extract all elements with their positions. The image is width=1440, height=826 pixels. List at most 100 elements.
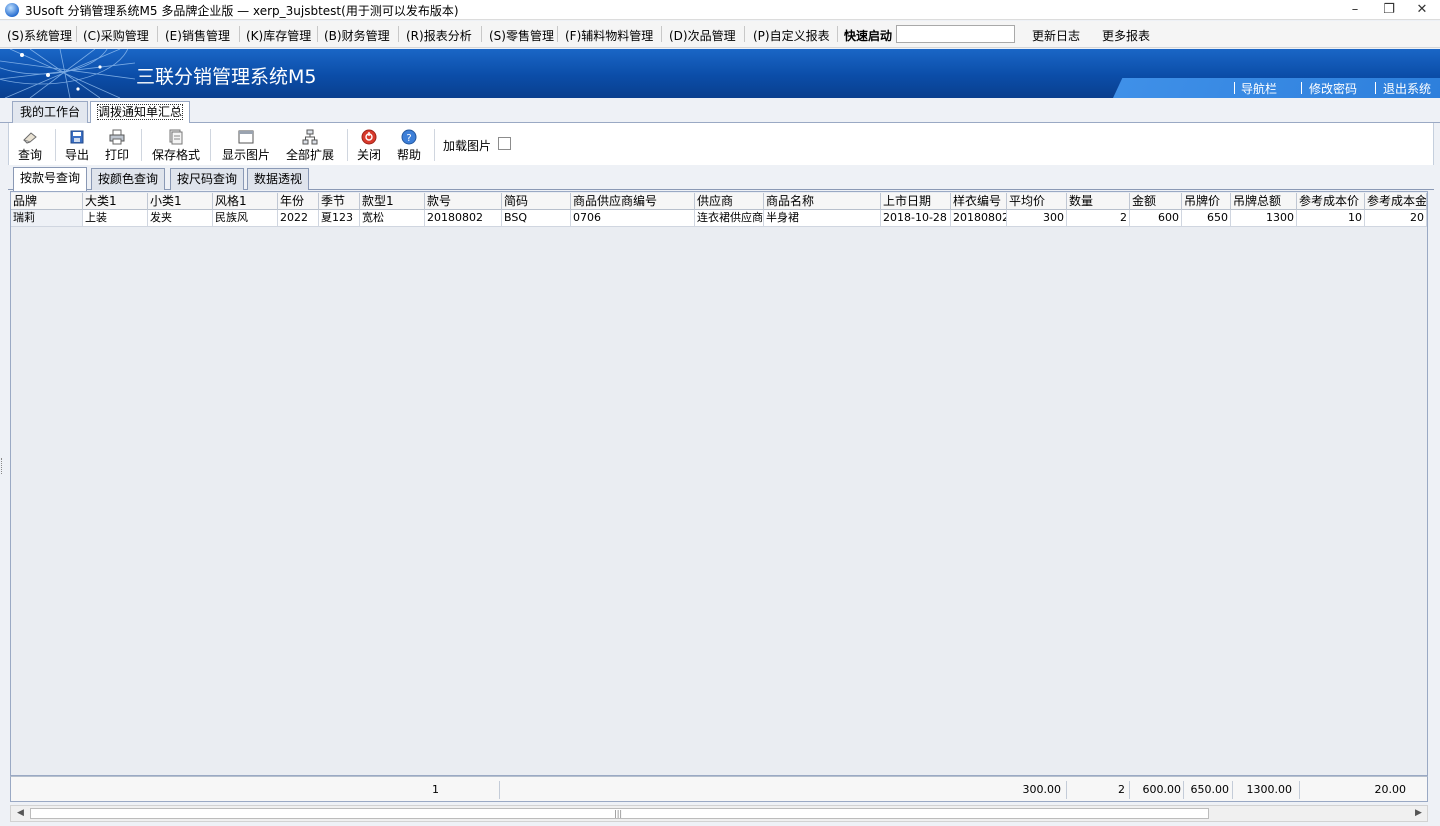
cell-style-no[interactable]: 20180802 <box>425 210 502 227</box>
column-header[interactable]: 吊牌价 <box>1182 193 1231 210</box>
tab-my-workbench[interactable]: 我的工作台 <box>12 101 89 123</box>
summary-avg-price: 300.00 <box>1022 783 1062 796</box>
tab-transfer-notice-summary[interactable]: 调拨通知单汇总 <box>90 101 191 124</box>
update-log-link[interactable]: 更新日志 <box>1032 27 1080 44</box>
column-header[interactable]: 金额 <box>1130 193 1182 210</box>
column-header[interactable]: 商品供应商编号 <box>571 193 695 210</box>
tab-by-size[interactable]: 按尺码查询 <box>170 168 245 190</box>
cell-brand[interactable]: 瑞莉 <box>11 210 83 227</box>
summary-cost-total: 20.00 <box>1374 783 1407 796</box>
tab-by-style-no[interactable]: 按款号查询 <box>13 167 88 191</box>
cell-supplier[interactable]: 连衣裙供应商 <box>695 210 764 227</box>
cell-short-code[interactable]: BSQ <box>502 210 571 227</box>
save-disk-icon <box>70 130 84 144</box>
column-header[interactable]: 平均价 <box>1007 193 1067 210</box>
scroll-thumb[interactable]: ||| <box>30 808 1209 819</box>
scroll-right-arrow-icon[interactable]: ▶ <box>1410 806 1427 821</box>
cell-category[interactable]: 上装 <box>83 210 148 227</box>
cell-launch-date[interactable]: 2018-10-28 <box>881 210 951 227</box>
column-header[interactable]: 品牌 <box>11 193 83 210</box>
column-header[interactable]: 供应商 <box>695 193 764 210</box>
cell-qty[interactable]: 2 <box>1067 210 1130 227</box>
horizontal-scrollbar[interactable]: ◀ ||| ▶ <box>10 805 1428 822</box>
export-button[interactable]: 导出 <box>65 129 89 163</box>
menu-accessories[interactable]: (F)辅料物料管理 <box>565 27 653 44</box>
column-header[interactable]: 上市日期 <box>881 193 951 210</box>
quick-launch-label: 快速启动 <box>844 29 893 43</box>
query-mode-tabs: 按款号查询 按颜色查询 按尺码查询 数据透视 <box>8 166 1434 191</box>
cell-ref-cost-total[interactable]: 20 <box>1365 210 1427 227</box>
cell-tag-price[interactable]: 650 <box>1182 210 1231 227</box>
menu-purchase[interactable]: (C)采购管理 <box>83 27 149 44</box>
cell-subcategory[interactable]: 发夹 <box>148 210 213 227</box>
cell-ref-cost[interactable]: 10 <box>1297 210 1365 227</box>
cell-style[interactable]: 民族风 <box>213 210 278 227</box>
cell-avg-price[interactable]: 300 <box>1007 210 1067 227</box>
window-title-bar: 3Usoft 分销管理系统M5 多品牌企业版 — xerp_3ujsbtest(… <box>0 0 1440 20</box>
column-header[interactable]: 大类1 <box>83 193 148 210</box>
cell-product-name[interactable]: 半身裙 <box>764 210 881 227</box>
summary-qty: 2 <box>1118 783 1125 796</box>
menu-system[interactable]: (S)系统管理 <box>7 27 72 44</box>
menu-retail[interactable]: (S)零售管理 <box>489 27 554 44</box>
save-format-button[interactable]: 保存格式 <box>152 129 200 163</box>
help-button[interactable]: ? 帮助 <box>397 129 421 163</box>
menu-custom-reports[interactable]: (P)自定义报表 <box>753 27 830 44</box>
expand-all-button[interactable]: 全部扩展 <box>286 129 334 163</box>
nav-bar-link[interactable]: 导航栏 <box>1241 80 1277 97</box>
load-images-checkbox[interactable] <box>498 137 511 150</box>
close-button[interactable]: 关闭 <box>357 129 381 163</box>
app-title: 三联分销管理系统M5 <box>136 66 317 88</box>
close-circle-icon <box>361 129 377 145</box>
column-header[interactable]: 商品名称 <box>764 193 881 210</box>
menu-sales[interactable]: (E)销售管理 <box>165 27 230 44</box>
close-window-button[interactable]: ✕ <box>1409 1 1435 19</box>
quick-launch-input[interactable] <box>896 25 1015 43</box>
column-header[interactable]: 款号 <box>425 193 502 210</box>
column-header[interactable]: 年份 <box>278 193 319 210</box>
window-icon <box>238 130 254 144</box>
cell-year[interactable]: 2022 <box>278 210 319 227</box>
column-header[interactable]: 吊牌总额 <box>1231 193 1297 210</box>
print-button[interactable]: 打印 <box>105 129 129 163</box>
cell-tag-total[interactable]: 1300 <box>1231 210 1297 227</box>
column-header[interactable]: 简码 <box>502 193 571 210</box>
minimize-button[interactable]: – <box>1342 1 1368 19</box>
restore-button[interactable]: ❐ <box>1376 1 1402 19</box>
cell-fit[interactable]: 宽松 <box>360 210 425 227</box>
app-globe-icon <box>5 3 19 17</box>
summary-amount: 600.00 <box>1142 783 1182 796</box>
column-header[interactable]: 数量 <box>1067 193 1130 210</box>
menu-inventory[interactable]: (K)库存管理 <box>246 27 311 44</box>
show-images-button[interactable]: 显示图片 <box>222 129 270 163</box>
data-grid[interactable]: 品牌 大类1 小类1 风格1 年份 季节 款型1 款号 简码 商品供应商编号 供… <box>10 191 1428 776</box>
more-reports-link[interactable]: 更多报表 <box>1102 27 1150 44</box>
scroll-left-arrow-icon[interactable]: ◀ <box>12 806 29 821</box>
column-header[interactable]: 季节 <box>319 193 360 210</box>
column-header[interactable]: 参考成本价 <box>1297 193 1365 210</box>
tab-data-pivot[interactable]: 数据透视 <box>247 168 310 190</box>
load-images-label: 加载图片 <box>443 139 492 153</box>
document-tabs: 我的工作台 调拨通知单汇总 <box>0 98 1440 124</box>
column-header[interactable]: 款型1 <box>360 193 425 210</box>
globe-graphic-icon <box>0 49 135 98</box>
cell-season[interactable]: 夏123 <box>319 210 360 227</box>
printer-icon <box>109 129 125 145</box>
column-header[interactable]: 小类1 <box>148 193 213 210</box>
cell-supplier-code[interactable]: 0706 <box>571 210 695 227</box>
column-header[interactable]: 风格1 <box>213 193 278 210</box>
column-header[interactable]: 参考成本金 <box>1365 193 1427 210</box>
change-password-link[interactable]: 修改密码 <box>1309 80 1357 97</box>
exit-system-link[interactable]: 退出系统 <box>1383 80 1431 97</box>
cell-amount[interactable]: 600 <box>1130 210 1182 227</box>
table-row[interactable]: 瑞莉 上装 发夹 民族风 2022 夏123 宽松 20180802 BSQ 0… <box>11 210 1427 227</box>
cell-sample-no[interactable]: 20180802 <box>951 210 1007 227</box>
summary-tag-total: 1300.00 <box>1246 783 1293 796</box>
menu-reports[interactable]: (R)报表分析 <box>406 27 472 44</box>
tab-by-color[interactable]: 按颜色查询 <box>91 168 166 190</box>
menu-finance[interactable]: (B)财务管理 <box>324 27 390 44</box>
splitter-grip[interactable] <box>1 458 4 474</box>
query-button[interactable]: 查询 <box>18 129 42 163</box>
column-header[interactable]: 样衣编号 <box>951 193 1007 210</box>
menu-defects[interactable]: (D)次品管理 <box>669 27 736 44</box>
